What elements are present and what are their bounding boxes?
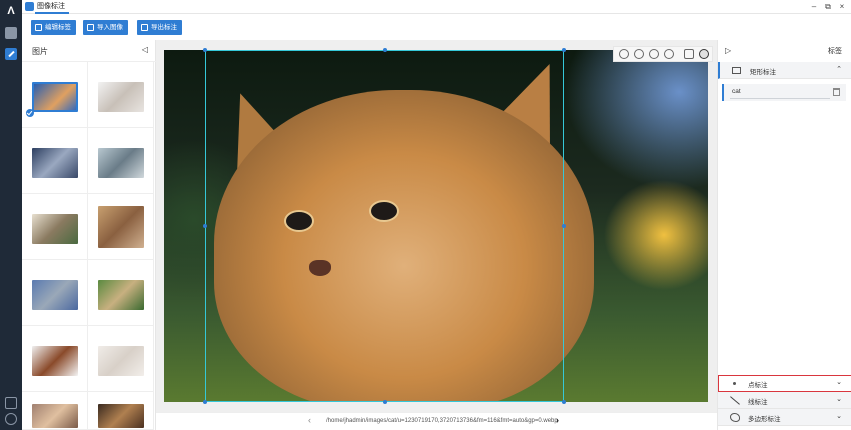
resize-handle[interactable] [562,48,566,52]
selected-check-icon [26,109,34,117]
image-path-bar: ‹ /home/jhadmin/images/cat/u=1230719170,… [156,412,717,430]
thumbnail-item[interactable] [88,128,154,194]
thumbnail-item[interactable] [22,392,88,430]
zoom-out-icon[interactable] [634,49,644,59]
image-path: /home/jhadmin/images/cat/u=1230719170,37… [326,418,558,424]
thumbnail-item[interactable] [22,194,88,260]
chevron-up-icon[interactable]: ⌃ [836,65,842,73]
thumbnail-image [32,280,78,310]
resize-handle[interactable] [203,48,207,52]
zoom-toolbar [613,46,713,62]
left-rail: Λ [0,0,22,430]
export-icon [141,24,148,31]
chevron-down-icon[interactable]: ⌄ [836,378,842,386]
labels-panel: ▷ 标签 矩形标注 ⌃ cat 点标注 ⌄ 线标注 ⌄ 多边形标注 ⌄ [717,40,851,430]
bounding-box[interactable] [203,48,566,404]
resize-handle[interactable] [203,400,207,404]
thumbnail-image [32,148,78,178]
resize-handle[interactable] [203,224,207,228]
thumbnail-item[interactable] [88,260,154,326]
polygon-section-label: 多边形标注 [748,416,781,423]
thumbnail-image [98,404,144,428]
chevron-down-icon[interactable]: ⌄ [836,395,842,403]
annotate-icon[interactable] [5,48,17,60]
edit-labels-button[interactable]: 编辑标签 [31,20,76,35]
thumbnail-item[interactable] [22,326,88,392]
thumbnail-image [32,82,78,112]
thumbnail-image [98,82,144,112]
polygon-icon [730,413,740,422]
resize-handle[interactable] [383,400,387,404]
labels-panel-header: ▷ 标签 [718,40,851,62]
camera-icon [87,24,94,31]
annotation-canvas[interactable] [156,40,717,412]
title-bar: 图像标注 – ⧉ × [22,0,851,14]
point-annotation-section[interactable]: 点标注 ⌄ [718,375,851,392]
collapse-left-icon[interactable]: ◁ [142,45,148,54]
zoom-reset-icon[interactable] [664,49,674,59]
rect-annotation-section[interactable]: 矩形标注 ⌃ [718,62,851,79]
restore-button[interactable]: ⧉ [821,0,835,14]
collapse-right-icon[interactable]: ▷ [725,46,731,55]
import-images-button[interactable]: 导入图像 [83,20,128,35]
chat-icon[interactable] [5,27,17,39]
thumbnail-item[interactable] [88,194,154,260]
images-panel-title: 图片 [32,47,48,56]
thumbnail-image [32,346,78,376]
thumbnail-image [98,206,144,248]
point-section-label: 点标注 [748,382,768,389]
docs-icon[interactable] [5,397,17,409]
images-panel-header: 图片 ◁ [22,40,156,62]
app-icon [25,2,34,11]
close-button[interactable]: × [835,0,849,14]
zoom-fit-icon[interactable] [649,49,659,59]
minimize-button[interactable]: – [807,0,821,14]
line-annotation-section[interactable]: 线标注 ⌄ [718,392,851,409]
thumbnail-item[interactable] [22,128,88,194]
thumbnail-item[interactable] [88,62,154,128]
line-icon [730,396,740,405]
polygon-annotation-section[interactable]: 多边形标注 ⌄ [718,409,851,426]
thumbnail-item[interactable] [88,392,154,430]
thumbnail-image [98,280,144,310]
line-section-label: 线标注 [748,399,768,406]
locate-icon[interactable] [699,49,709,59]
chevron-down-icon[interactable]: ⌄ [836,412,842,420]
image-background [564,50,708,190]
rectangle-icon [732,67,741,74]
annotation-label-text[interactable]: cat [732,88,741,95]
pan-hand-icon[interactable] [684,49,694,59]
next-image-button[interactable]: › [556,415,559,425]
thumbnail-item[interactable] [22,62,88,128]
zoom-in-icon[interactable] [619,49,629,59]
tag-icon [35,24,42,31]
import-images-label: 导入图像 [97,24,123,31]
trash-icon[interactable] [833,88,840,96]
prev-image-button[interactable]: ‹ [308,415,311,425]
edit-labels-label: 编辑标签 [45,24,71,31]
thumbnail-item[interactable] [22,260,88,326]
thumbnail-item[interactable] [88,326,154,392]
resize-handle[interactable] [562,400,566,404]
divider [730,98,830,99]
export-annotations-label: 导出标注 [151,24,177,31]
resize-handle[interactable] [562,224,566,228]
point-icon [733,382,736,385]
thumbnail-image [98,346,144,376]
rect-section-label: 矩形标注 [750,69,776,76]
power-icon[interactable] [5,413,17,425]
app-logo-icon: Λ [7,5,15,17]
thumbnail-image [32,404,78,428]
labels-panel-title: 标签 [828,48,842,55]
annotation-label-item[interactable]: cat [722,84,846,101]
resize-handle[interactable] [383,48,387,52]
images-panel: 图片 ◁ [22,40,156,430]
toolbar: 编辑标签 导入图像 导出标注 [22,14,851,40]
thumbnail-image [32,214,78,244]
export-annotations-button[interactable]: 导出标注 [137,20,182,35]
thumbnail-image [98,148,144,178]
